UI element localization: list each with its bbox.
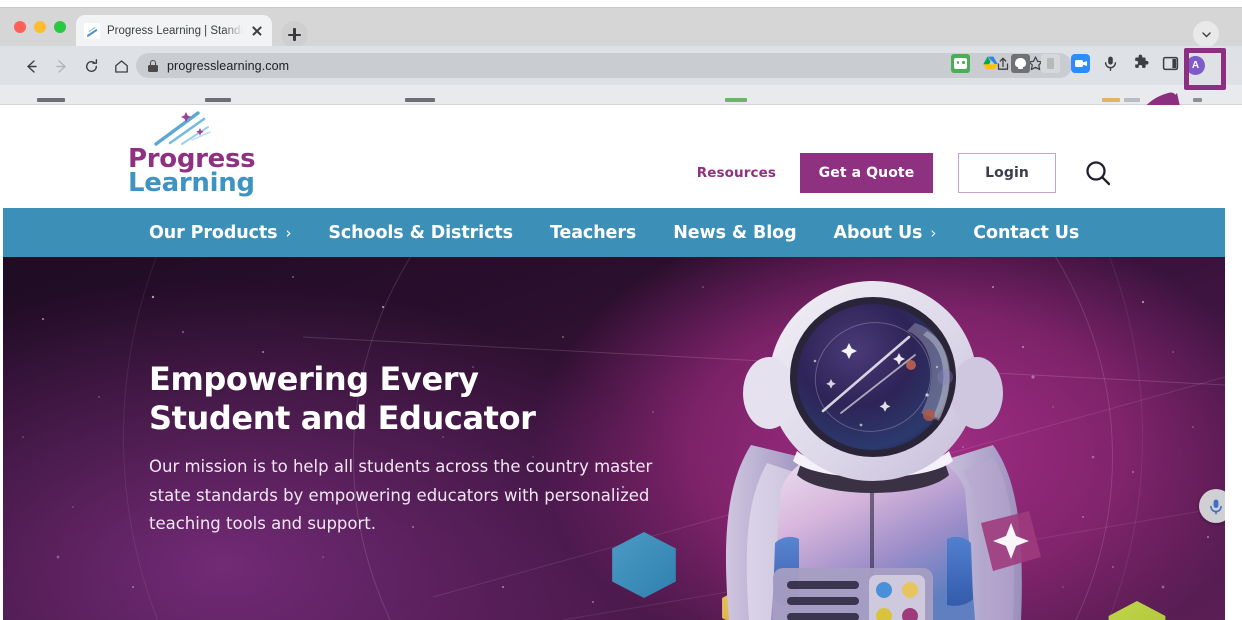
window-traffic-lights [14, 21, 66, 33]
nav-item-our-products[interactable]: Our Products › [149, 223, 291, 243]
hero-copy: Empowering Every Student and Educator Ou… [149, 360, 709, 539]
header-actions: Resources Get a Quote Login [697, 153, 1113, 193]
back-arrow-icon[interactable] [16, 55, 46, 77]
microphone-icon[interactable] [1101, 54, 1120, 73]
hero-section: Empowering Every Student and Educator Ou… [3, 257, 1225, 620]
forward-arrow-icon[interactable] [46, 55, 76, 77]
zoom-video-icon[interactable] [1071, 54, 1090, 73]
extension-faded[interactable] [1041, 54, 1060, 73]
site-logo[interactable]: Progress Learning [128, 110, 258, 198]
browser-toolbar: progresslearning.com A [0, 46, 1242, 85]
bookmark-item[interactable] [205, 98, 231, 102]
shooting-star-icon [154, 111, 211, 146]
get-a-quote-button[interactable]: Get a Quote [800, 153, 933, 193]
hero-subtitle: Our mission is to help all students acro… [149, 456, 653, 534]
nav-label: Our Products [149, 222, 278, 243]
logo-text-learning: Learning [128, 168, 255, 198]
avatar[interactable]: A [1186, 56, 1205, 75]
nav-label: About Us [833, 222, 923, 243]
main-navigation: Our Products › Schools & Districts Teach… [3, 208, 1225, 257]
nav-item-news-blog[interactable]: News & Blog [673, 223, 796, 243]
nav-label: News & Blog [673, 222, 797, 243]
address-bar[interactable]: progresslearning.com [136, 53, 1072, 78]
bookmarks-bar [0, 85, 1242, 105]
website-viewport: Progress Learning Resources Get a Quote … [3, 105, 1225, 620]
astronaut-illustration [725, 281, 1041, 620]
window-top-strip [0, 0, 1242, 7]
nav-item-contact-us[interactable]: Contact Us [973, 223, 1079, 243]
reload-icon[interactable] [76, 55, 106, 77]
chevron-down-icon[interactable] [1193, 21, 1219, 47]
address-bar-url: progresslearning.com [167, 58, 290, 73]
extensions-puzzle-icon[interactable] [1131, 54, 1150, 73]
nav-item-about-us[interactable]: About Us › [834, 223, 937, 243]
close-window-button[interactable] [14, 21, 26, 33]
resources-link[interactable]: Resources [697, 165, 776, 181]
minimize-window-button[interactable] [34, 21, 46, 33]
extension-green-robot[interactable] [951, 54, 970, 73]
new-tab-button[interactable] [281, 21, 308, 48]
bookmark-item[interactable] [1124, 98, 1140, 102]
nav-label: Teachers [549, 222, 637, 243]
browser-tab[interactable]: Progress Learning | Standards- [76, 15, 272, 47]
nav-label: Schools & Districts [328, 222, 513, 243]
close-icon[interactable] [250, 24, 264, 38]
google-drive-icon[interactable] [981, 54, 1000, 73]
navigation-buttons [16, 55, 136, 77]
side-panel-icon[interactable] [1161, 54, 1180, 73]
extension-gray-bulb[interactable] [1011, 54, 1030, 73]
chevron-right-icon: › [930, 223, 937, 242]
hero-title: Empowering Every Student and Educator [149, 360, 536, 438]
three-dot-menu-icon[interactable] [1212, 54, 1232, 77]
chevron-right-icon: › [285, 223, 292, 242]
nav-item-teachers[interactable]: Teachers [550, 223, 636, 243]
extension-icons [951, 54, 1180, 73]
nav-item-schools-districts[interactable]: Schools & Districts [328, 223, 513, 243]
maximize-window-button[interactable] [54, 21, 66, 33]
bookmark-item[interactable] [1102, 98, 1120, 102]
nav-label: Contact Us [973, 222, 1080, 243]
browser-chrome: Progress Learning | Standards- [0, 0, 1242, 178]
home-icon[interactable] [106, 55, 136, 77]
screenshot-root: Progress Learning | Standards- [0, 0, 1242, 620]
tab-strip: Progress Learning | Standards- [0, 7, 1242, 48]
site-header: Progress Learning Resources Get a Quote … [3, 105, 1225, 208]
login-button[interactable]: Login [958, 153, 1056, 193]
bookmark-item[interactable] [405, 98, 435, 102]
browser-tab-title: Progress Learning | Standards- [107, 25, 243, 37]
microphone-icon[interactable] [1199, 489, 1225, 523]
bookmarks-overflow-icon[interactable] [1193, 98, 1202, 102]
search-icon[interactable] [1083, 158, 1113, 188]
shooting-star-favicon [84, 23, 100, 39]
lock-icon[interactable] [148, 59, 158, 72]
bookmark-item[interactable] [725, 98, 747, 102]
bookmark-item[interactable] [37, 98, 65, 102]
